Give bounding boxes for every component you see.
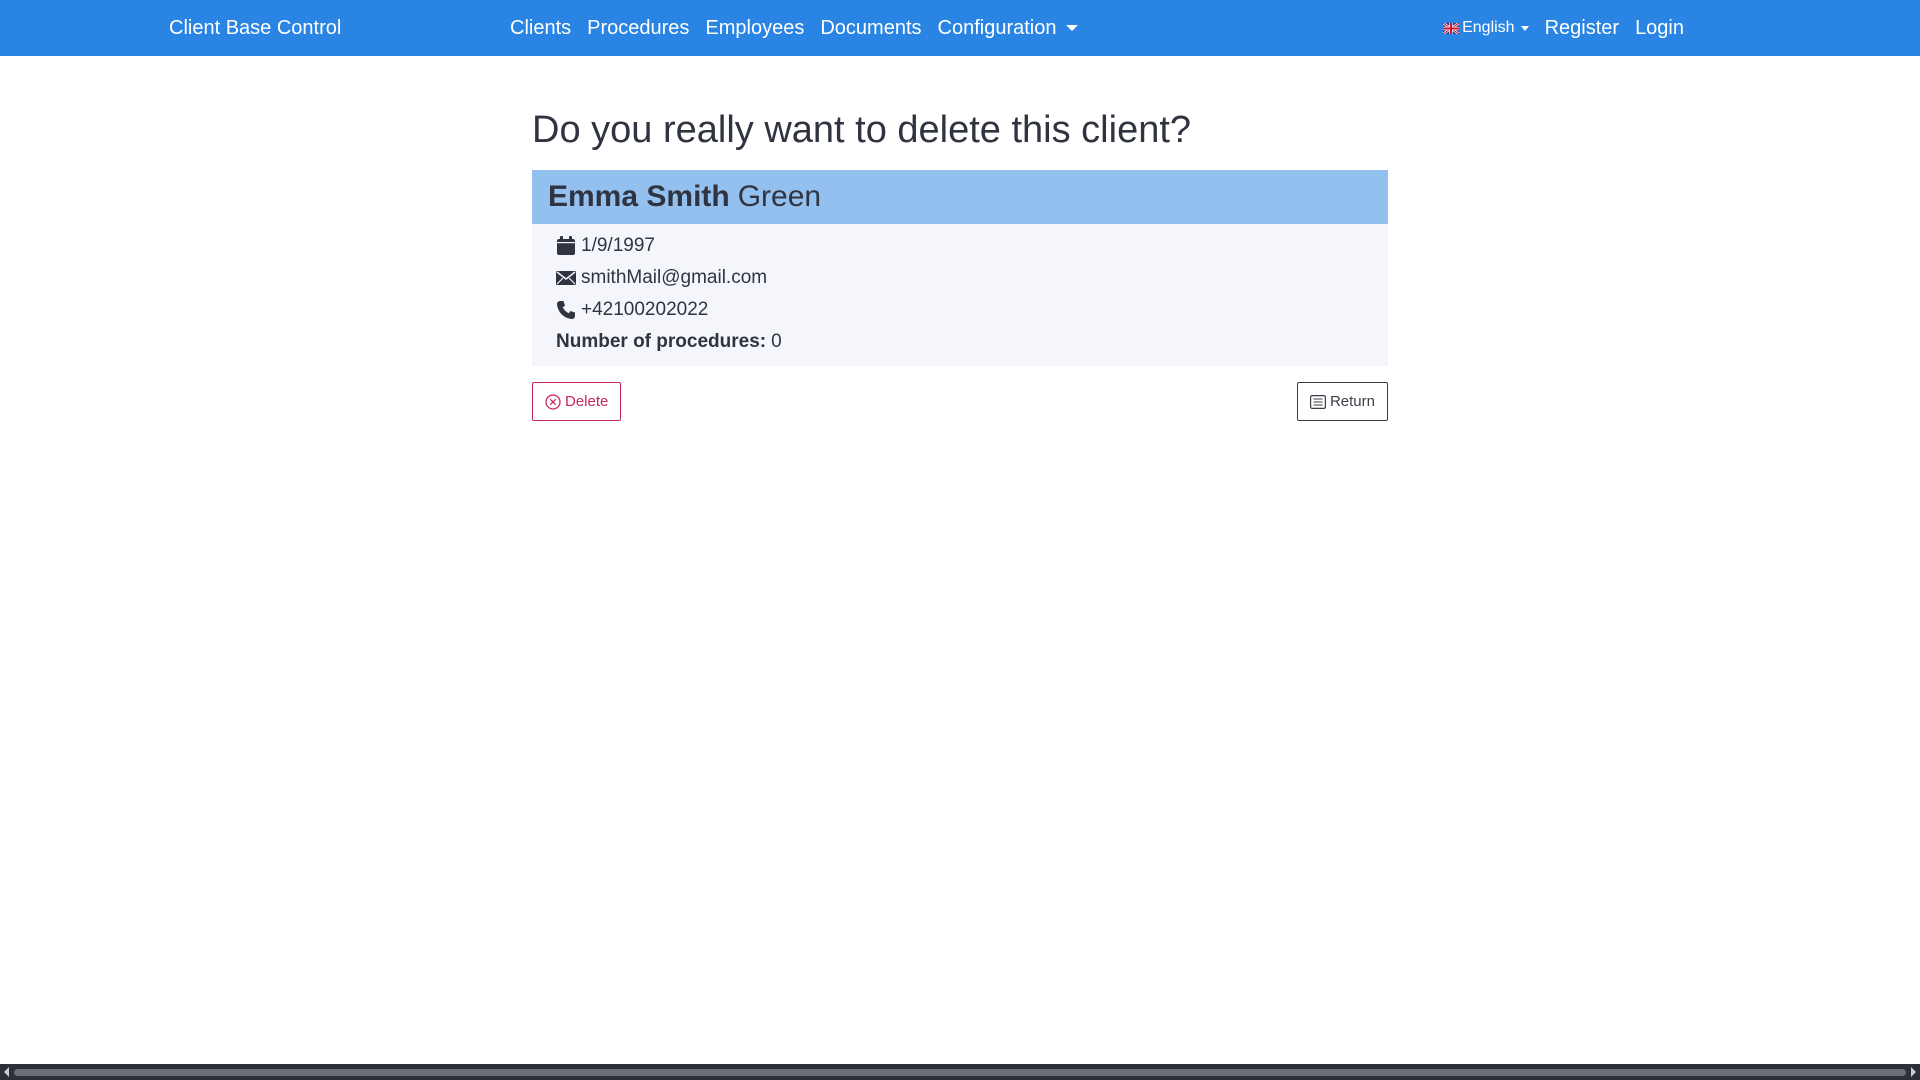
- delete-label: Delete: [565, 393, 609, 410]
- scroll-right-icon[interactable]: [1911, 1067, 1916, 1077]
- nav-clients[interactable]: Clients: [502, 0, 579, 56]
- uk-flag-icon: [1443, 22, 1460, 34]
- calendar-icon: [556, 236, 576, 256]
- email-value: smithMail@gmail.com: [581, 267, 768, 288]
- client-name-header: Emma Smith Green: [532, 170, 1388, 224]
- client-details: 1/9/1997 smithMail@gmail.com +4210020202…: [532, 224, 1388, 366]
- delete-button[interactable]: Delete: [532, 382, 622, 421]
- language-label: English: [1462, 19, 1515, 36]
- scrollbar-thumb[interactable]: [14, 1069, 1906, 1076]
- phone-value: +42100202022: [581, 299, 709, 320]
- envelope-icon: [556, 268, 576, 288]
- main-content: Do you really want to delete this client…: [532, 100, 1388, 438]
- nav-register[interactable]: Register: [1537, 0, 1627, 56]
- chevron-down-icon: [1066, 25, 1079, 31]
- x-circle-icon: [545, 393, 561, 410]
- return-label: Return: [1329, 393, 1375, 410]
- chevron-down-icon: [1520, 25, 1529, 31]
- page-title: Do you really want to delete this client…: [532, 109, 1192, 151]
- procedures-label: Number of procedures:: [556, 331, 767, 352]
- client-first-name: Emma Smith: [548, 180, 730, 213]
- phone-icon: [556, 300, 576, 320]
- nav-employees[interactable]: Employees: [697, 0, 812, 56]
- nav-right: English Register Login: [1435, 0, 1692, 56]
- main-nav: Clients Procedures Employees Documents C…: [502, 0, 1086, 56]
- horizontal-scrollbar[interactable]: [0, 1064, 1920, 1080]
- birth-date-value: 1/9/1997: [581, 235, 655, 256]
- client-card: Emma Smith Green 1/9/1997 smithMail@gmai…: [532, 170, 1388, 366]
- scroll-left-icon[interactable]: [4, 1067, 9, 1077]
- procedures-row: Number of procedures: 0: [556, 326, 1364, 358]
- return-button[interactable]: Return: [1296, 382, 1388, 421]
- phone-row: +42100202022: [556, 294, 1364, 326]
- nav-documents[interactable]: Documents: [812, 0, 929, 56]
- form-actions: Delete Return: [532, 382, 1388, 438]
- birth-date-row: 1/9/1997: [556, 230, 1364, 262]
- top-navbar: Client Base Control Clients Procedures E…: [0, 0, 1920, 56]
- client-last-name: Green: [737, 180, 822, 213]
- nav-procedures[interactable]: Procedures: [579, 0, 697, 56]
- procedures-count: 0: [771, 331, 782, 352]
- language-dropdown[interactable]: English: [1435, 19, 1536, 37]
- nav-configuration-dropdown[interactable]: Configuration: [930, 0, 1087, 56]
- brand-link[interactable]: Client Base Control: [169, 0, 341, 56]
- nav-login[interactable]: Login: [1627, 0, 1692, 56]
- nav-configuration-label: Configuration: [937, 17, 1057, 39]
- email-row: smithMail@gmail.com: [556, 262, 1364, 294]
- list-icon: [1309, 394, 1326, 409]
